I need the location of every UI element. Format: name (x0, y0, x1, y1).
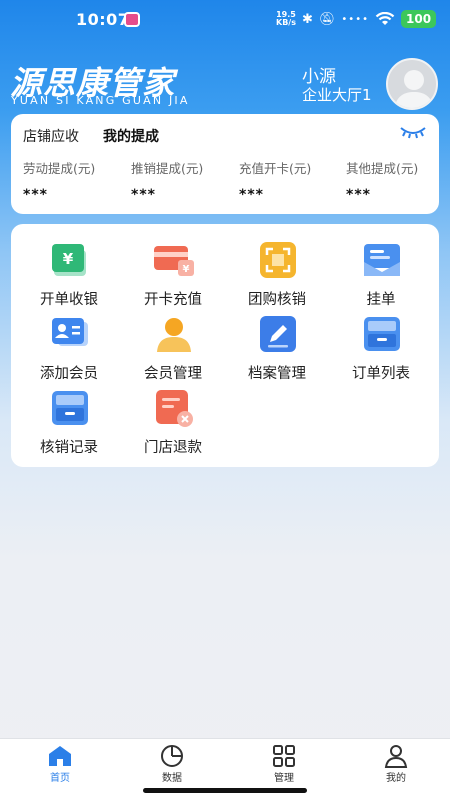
grid-item-label: 订单列表 (352, 366, 410, 382)
status-bar: 10:07 19.5 KB/s ✱ 🔕︎ •••• 100 (0, 0, 450, 40)
grid-item-label: 档案管理 (248, 366, 306, 382)
nav-label: 我的 (386, 773, 406, 784)
home-icon (49, 746, 71, 766)
eye-closed-icon[interactable] (399, 124, 427, 140)
metric-other-commission: 其他提成(元) *** (346, 158, 446, 203)
svg-text:¥: ¥ (183, 264, 190, 275)
grid-item-label: 核销记录 (40, 440, 98, 456)
grid-item-group-buy-verify[interactable]: 团购核销 (225, 232, 329, 308)
commission-card: 店铺应收 我的提成 劳动提成(元) *** 推销提成(元) *** 充值开卡(元… (11, 114, 439, 214)
order-list-icon (364, 317, 400, 351)
metric-label: 推销提成(元) (131, 161, 204, 176)
nav-label: 数据 (162, 773, 182, 784)
wifi-icon (375, 11, 395, 25)
add-member-icon (52, 318, 88, 346)
tab-store-receivable[interactable]: 店铺应收 (23, 126, 79, 146)
status-time: 10:07 (76, 10, 130, 29)
user-hall[interactable]: 企业大厅1 (302, 84, 372, 105)
metric-labor-commission: 劳动提成(元) *** (23, 158, 123, 203)
card-recharge-icon: ¥ (154, 246, 194, 276)
pending-order-icon (364, 244, 400, 276)
home-indicator (143, 788, 307, 793)
pie-chart-icon (161, 745, 183, 767)
function-grid: ¥ 开单收银 ¥ 开卡充值 团购核销 挂单 添加会员 会员管理 档案管理 订单列… (11, 224, 439, 467)
metric-label: 其他提成(元) (346, 161, 419, 176)
metric-recharge-commission: 充值开卡(元) *** (239, 158, 339, 203)
grid-item-verify-record[interactable]: 核销记录 (17, 380, 121, 456)
avatar-silhouette-icon (394, 70, 434, 108)
grid-item-store-refund[interactable]: 门店退款 (121, 380, 225, 456)
grid-item-add-member[interactable]: 添加会员 (17, 306, 121, 382)
metric-value: *** (346, 187, 371, 203)
grid-icon (273, 745, 295, 767)
grid-item-member-manage[interactable]: 会员管理 (121, 306, 225, 382)
metric-value: *** (239, 187, 264, 203)
svg-text:¥: ¥ (63, 250, 74, 268)
signal-icon: •••• (341, 13, 369, 25)
metric-label: 充值开卡(元) (239, 161, 312, 176)
metric-sales-commission: 推销提成(元) *** (131, 158, 231, 203)
metric-value: *** (131, 187, 156, 203)
metric-value: *** (23, 187, 48, 203)
net-speed: 19.5 KB/s (276, 11, 296, 27)
user-icon (384, 745, 408, 768)
battery-indicator: 100 (401, 10, 437, 28)
notification-app-icon (124, 12, 140, 27)
verify-record-icon (52, 391, 88, 425)
grid-item-order-list[interactable]: 订单列表 (329, 306, 433, 382)
mute-icon: 🔕︎ (318, 11, 336, 27)
nav-item-manage[interactable]: 管理 (228, 739, 340, 789)
member-manage-icon (157, 318, 191, 352)
metric-label: 劳动提成(元) (23, 161, 96, 176)
grid-item-card-recharge[interactable]: ¥ 开卡充值 (121, 232, 225, 308)
tab-my-commission[interactable]: 我的提成 (103, 126, 159, 146)
screen: 10:07 19.5 KB/s ✱ 🔕︎ •••• 100 源思康管家 YUAN… (0, 0, 450, 800)
grid-item-archive-manage[interactable]: 档案管理 (225, 306, 329, 382)
status-indicators: 19.5 KB/s ✱ 🔕︎ •••• 100 (276, 8, 437, 30)
nav-item-mine[interactable]: 我的 (340, 739, 450, 789)
avatar[interactable] (386, 58, 438, 110)
bluetooth-icon: ✱ (301, 11, 313, 27)
nav-item-data[interactable]: 数据 (116, 739, 228, 789)
cashier-icon: ¥ (52, 244, 86, 276)
nav-item-home[interactable]: 首页 (4, 739, 116, 789)
net-speed-unit: KB/s (276, 18, 296, 27)
nav-label: 首页 (50, 773, 70, 784)
nav-label: 管理 (274, 773, 294, 784)
grid-item-cashier[interactable]: ¥ 开单收银 (17, 232, 121, 308)
archive-manage-icon (260, 316, 296, 352)
grid-item-pending-order[interactable]: 挂单 (329, 232, 433, 308)
grid-item-label: 门店退款 (144, 440, 202, 456)
brand-subtitle: YUAN SI KANG GUAN JIA (11, 94, 190, 107)
group-buy-verify-icon (260, 242, 296, 278)
store-refund-icon (156, 390, 193, 427)
